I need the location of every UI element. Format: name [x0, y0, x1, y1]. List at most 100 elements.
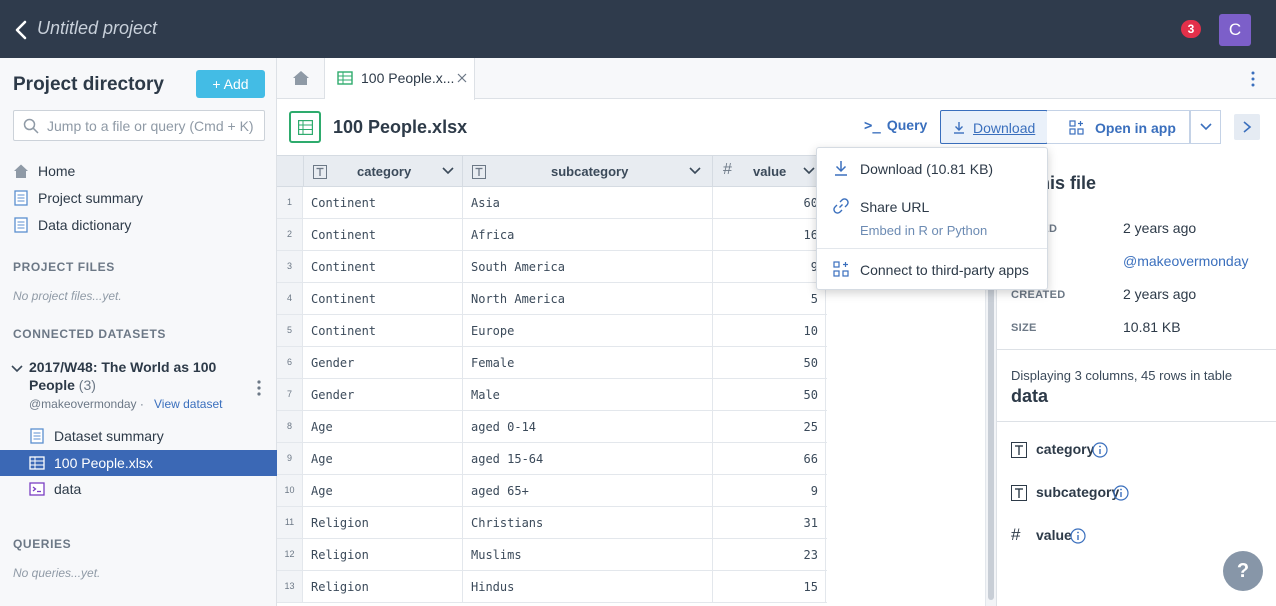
- jump-search-box[interactable]: [13, 110, 265, 141]
- cell-border: [462, 379, 463, 410]
- toggle-info-panel-button[interactable]: [1234, 114, 1260, 140]
- open-in-app-dropdown[interactable]: [1190, 110, 1221, 144]
- cell-category[interactable]: Age: [311, 484, 333, 498]
- cell-value[interactable]: 10: [804, 324, 818, 338]
- open-in-app-button[interactable]: Open in app: [1047, 110, 1190, 144]
- text-type-icon: [1011, 442, 1027, 458]
- cell-value[interactable]: 50: [804, 356, 818, 370]
- search-icon: [23, 118, 39, 134]
- tab-home[interactable]: [277, 58, 325, 99]
- help-button[interactable]: ?: [1223, 551, 1263, 591]
- table-row[interactable]: 9 Age aged 15-64 66: [277, 443, 827, 475]
- add-button[interactable]: + Add: [196, 70, 265, 98]
- info-icon[interactable]: [1113, 485, 1129, 501]
- chevron-down-icon[interactable]: [689, 166, 701, 176]
- cell-category[interactable]: Religion: [311, 548, 369, 562]
- menu-item-connect-apps[interactable]: Connect to third-party apps: [817, 250, 1047, 288]
- info-icon[interactable]: [1092, 442, 1108, 458]
- cell-category[interactable]: Gender: [311, 356, 354, 370]
- cell-subcategory[interactable]: North America: [471, 292, 565, 306]
- cell-category[interactable]: Continent: [311, 324, 376, 338]
- table-row[interactable]: 7 Gender Male 50: [277, 379, 827, 411]
- table-row[interactable]: 13 Religion Hindus 15: [277, 571, 827, 603]
- column-header-value[interactable]: # value: [712, 156, 827, 187]
- column-header-category[interactable]: category: [303, 156, 463, 187]
- cell-category[interactable]: Religion: [311, 580, 369, 594]
- chevron-down-icon[interactable]: [10, 362, 24, 376]
- cell-subcategory[interactable]: Male: [471, 388, 500, 402]
- download-icon: [835, 161, 847, 176]
- cell-value[interactable]: 66: [804, 452, 818, 466]
- info-icon[interactable]: [1070, 528, 1086, 544]
- menu-item-label: Download (10.81 KB): [860, 161, 994, 177]
- column-header-subcategory[interactable]: subcategory: [462, 156, 712, 187]
- cell-subcategory[interactable]: aged 0-14: [471, 420, 536, 434]
- tab-100-people-xlsx[interactable]: 100 People.x...: [325, 58, 475, 100]
- cell-category[interactable]: Continent: [311, 228, 376, 242]
- cell-category[interactable]: Continent: [311, 260, 376, 274]
- cell-subcategory[interactable]: Muslims: [471, 548, 522, 562]
- cell-border: [462, 283, 463, 314]
- meta-value-owner[interactable]: @makeovermonday: [1123, 253, 1249, 269]
- chevron-down-icon[interactable]: [442, 166, 454, 176]
- query-button[interactable]: >_ Query: [864, 117, 927, 134]
- close-icon[interactable]: [457, 73, 467, 83]
- cell-category[interactable]: Religion: [311, 516, 369, 530]
- table-row[interactable]: 11 Religion Christians 31: [277, 507, 827, 539]
- table-row[interactable]: 4 Continent North America 5: [277, 283, 827, 315]
- sidebar-item-dataset-summary[interactable]: Dataset summary: [0, 423, 277, 449]
- cell-subcategory[interactable]: Africa: [471, 228, 514, 242]
- row-number: 12: [277, 539, 303, 570]
- menu-item-download-file[interactable]: Download (10.81 KB): [817, 148, 1047, 188]
- menu-item-label: Share URL: [860, 199, 930, 215]
- download-button[interactable]: Download: [940, 110, 1048, 144]
- scrollbar-thumb[interactable]: [988, 275, 994, 600]
- cell-subcategory[interactable]: South America: [471, 260, 565, 274]
- dataset-owner[interactable]: @makeovermonday ·: [29, 397, 144, 411]
- view-dataset-link[interactable]: View dataset: [154, 397, 223, 411]
- cell-subcategory[interactable]: aged 15-64: [471, 452, 543, 466]
- cell-category[interactable]: Gender: [311, 388, 354, 402]
- menu-item-share-url[interactable]: Share URL Embed in R or Python: [817, 188, 1047, 246]
- chevron-down-icon[interactable]: [803, 166, 815, 176]
- cell-category[interactable]: Continent: [311, 196, 376, 210]
- table-row[interactable]: 12 Religion Muslims 23: [277, 539, 827, 571]
- table-row[interactable]: 8 Age aged 0-14 25: [277, 411, 827, 443]
- cell-value[interactable]: 23: [804, 548, 818, 562]
- cell-value[interactable]: 15: [804, 580, 818, 594]
- cell-subcategory[interactable]: Europe: [471, 324, 514, 338]
- cell-value[interactable]: 5: [811, 292, 818, 306]
- back-arrow-icon[interactable]: [14, 20, 30, 40]
- table-row[interactable]: 1 Continent Asia 60: [277, 187, 827, 219]
- cell-category[interactable]: Age: [311, 420, 333, 434]
- cell-category[interactable]: Age: [311, 452, 333, 466]
- cell-subcategory[interactable]: Asia: [471, 196, 500, 210]
- sidebar-item-data-query[interactable]: data: [0, 476, 277, 502]
- user-avatar[interactable]: C: [1219, 14, 1251, 46]
- cell-value[interactable]: 31: [804, 516, 818, 530]
- cell-value[interactable]: 50: [804, 388, 818, 402]
- document-icon: [14, 217, 28, 233]
- search-input[interactable]: [47, 116, 259, 136]
- cell-subcategory[interactable]: Hindus: [471, 580, 514, 594]
- tab-menu-icon[interactable]: [1247, 70, 1259, 88]
- cell-value[interactable]: 25: [804, 420, 818, 434]
- cell-border: [825, 443, 826, 474]
- table-row[interactable]: 2 Continent Africa 16: [277, 219, 827, 251]
- sidebar-item-100-people-xlsx[interactable]: 100 People.xlsx: [0, 450, 277, 476]
- sidebar-item-label: Home: [38, 163, 76, 179]
- table-row[interactable]: 6 Gender Female 50: [277, 347, 827, 379]
- cell-category[interactable]: Continent: [311, 292, 376, 306]
- dataset-title[interactable]: 2017/W48: The World as 100 People (3): [29, 358, 239, 394]
- project-title[interactable]: Untitled project: [37, 18, 157, 39]
- table-row[interactable]: 3 Continent South America 9: [277, 251, 827, 283]
- table-row[interactable]: 10 Age aged 65+ 9: [277, 475, 827, 507]
- cell-subcategory[interactable]: Female: [471, 356, 514, 370]
- notification-badge[interactable]: 3: [1181, 20, 1201, 38]
- dataset-menu-icon[interactable]: [252, 378, 266, 398]
- cell-subcategory[interactable]: aged 65+: [471, 484, 529, 498]
- menu-item-sublabel: Embed in R or Python: [860, 223, 988, 238]
- cell-value[interactable]: 9: [811, 484, 818, 498]
- cell-subcategory[interactable]: Christians: [471, 516, 543, 530]
- table-row[interactable]: 5 Continent Europe 10: [277, 315, 827, 347]
